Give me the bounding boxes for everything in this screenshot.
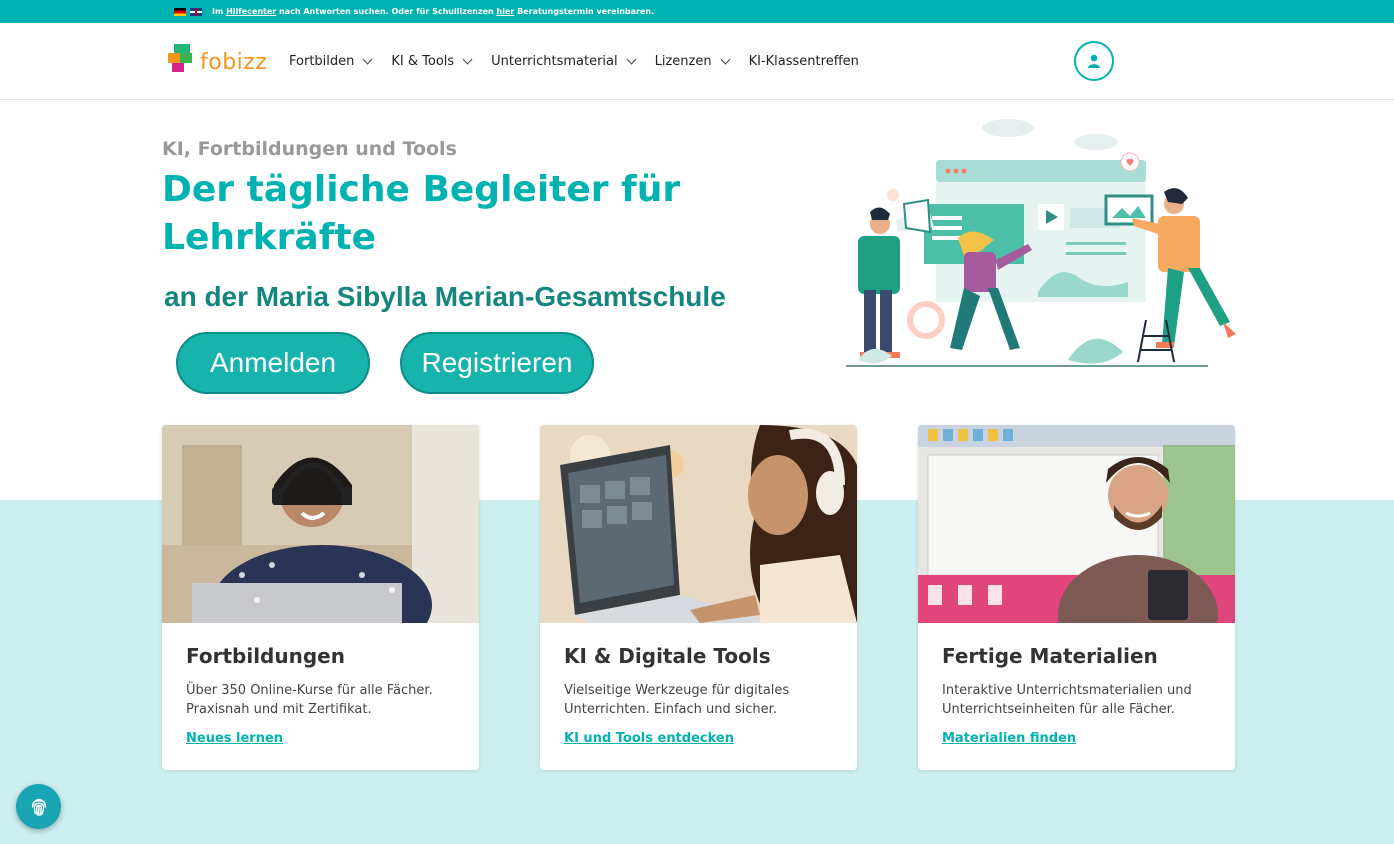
card-fortbildungen[interactable]: Fortbildungen Über 350 Online-Kurse für …	[162, 425, 479, 770]
card-image-teacher-classroom	[918, 425, 1235, 623]
nav-item-lizenzen[interactable]: Lizenzen	[655, 54, 731, 69]
hero-illustration	[846, 119, 1236, 367]
logo-text: fobizz	[200, 50, 268, 75]
main-nav: Fortbilden KI & Tools Unterrichtsmateria…	[289, 23, 879, 100]
register-button[interactable]: Registrieren	[400, 332, 594, 394]
card-link-neues-lernen[interactable]: Neues lernen	[186, 731, 283, 746]
user-account-button[interactable]	[1074, 41, 1114, 81]
fobizz-logo[interactable]: fobizz	[168, 42, 267, 75]
hero-headline: Der tägliche Begleiter für Lehrkräfte	[162, 169, 681, 258]
fingerprint-icon	[31, 798, 46, 816]
logo-mark-icon	[168, 43, 194, 74]
card-title: Fortbildungen	[186, 644, 345, 668]
card-description: Über 350 Online-Kurse für alle Fächer. P…	[186, 683, 433, 717]
chevron-down-icon	[362, 54, 373, 65]
card-image-online-course	[162, 425, 479, 623]
hero-subtitle: KI, Fortbildungen und Tools	[162, 138, 457, 160]
school-name: an der Maria Sibylla Merian-Gesamtschule	[164, 281, 726, 312]
nav-item-fortbilden[interactable]: Fortbilden	[289, 54, 373, 69]
card-ki-digitale-tools[interactable]: KI & Digitale Tools Vielseitige Werkzeug…	[540, 425, 857, 770]
german-flag-icon[interactable]	[174, 7, 186, 16]
card-title: Fertige Materialien	[942, 644, 1158, 668]
nav-item-ki-tools[interactable]: KI & Tools	[391, 54, 473, 69]
card-title: KI & Digitale Tools	[564, 644, 771, 668]
nav-item-ki-klassentreffen[interactable]: KI-Klassentreffen	[749, 54, 859, 69]
main-navbar: fobizz Fortbilden KI & Tools Unterrichts…	[0, 23, 1394, 100]
card-description: Vielseitige Werkzeuge für digitales Unte…	[564, 683, 790, 717]
privacy-settings-button[interactable]	[16, 784, 61, 829]
card-description: Interaktive Unterrichtsmaterialien und U…	[942, 683, 1192, 717]
card-link-materialien-finden[interactable]: Materialien finden	[942, 731, 1076, 746]
user-icon	[1088, 54, 1100, 68]
info-bar: Im Hilfecenter nach Antworten suchen. Od…	[0, 0, 1394, 23]
nav-item-unterrichtsmaterial[interactable]: Unterrichtsmaterial	[491, 54, 637, 69]
consultation-link[interactable]: hier	[497, 7, 515, 16]
chevron-down-icon	[720, 54, 731, 65]
help-center-link[interactable]: Hilfecenter	[226, 7, 276, 16]
card-fertige-materialien[interactable]: Fertige Materialien Interaktive Unterric…	[918, 425, 1235, 770]
english-flag-icon[interactable]	[190, 7, 202, 16]
card-link-ki-tools-entdecken[interactable]: KI und Tools entdecken	[564, 731, 734, 746]
info-bar-text: Im Hilfecenter nach Antworten suchen. Od…	[212, 7, 655, 16]
card-image-girl-laptop	[540, 425, 857, 623]
login-button[interactable]: Anmelden	[176, 332, 370, 394]
chevron-down-icon	[626, 54, 637, 65]
chevron-down-icon	[462, 54, 473, 65]
